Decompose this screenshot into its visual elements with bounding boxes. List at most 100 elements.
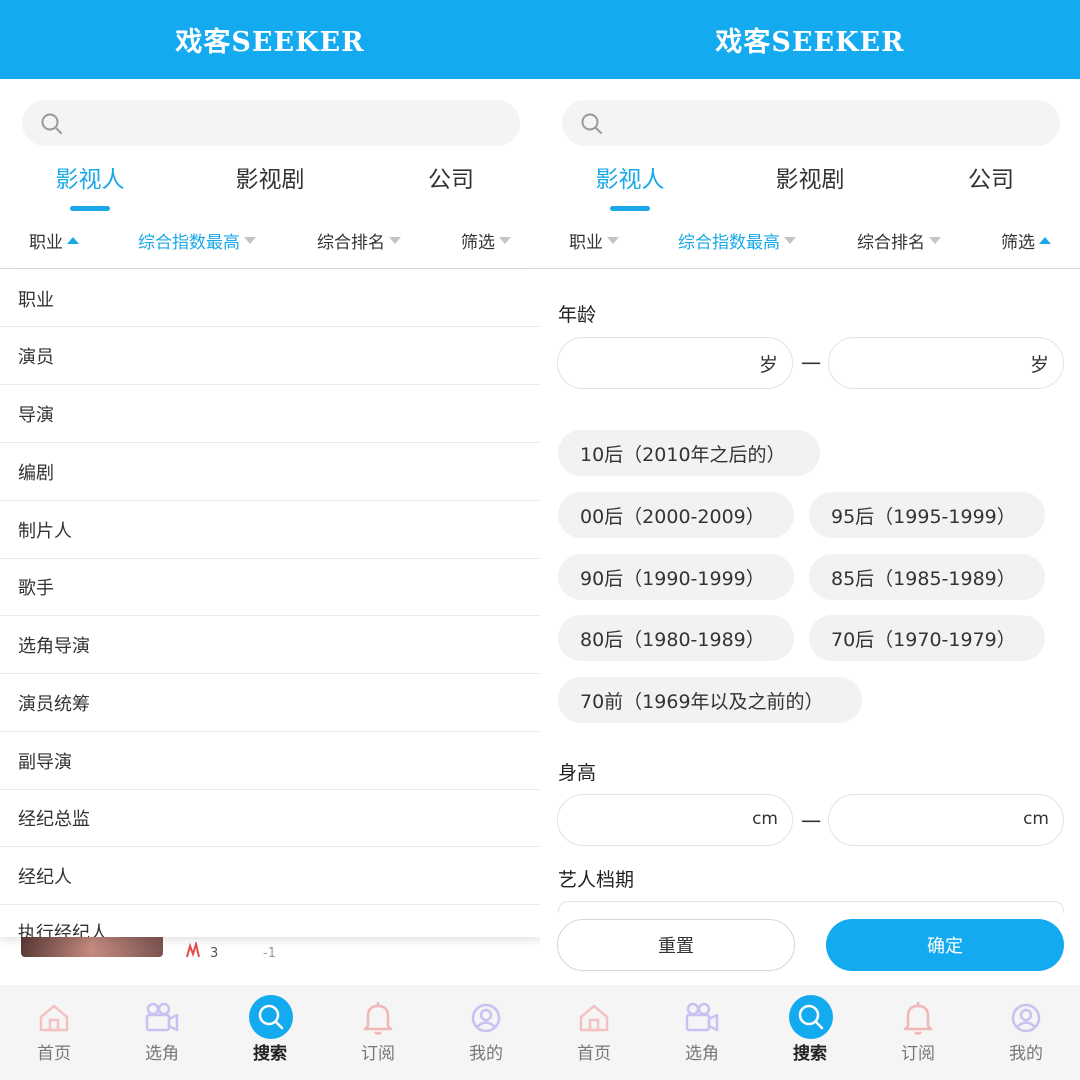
filter-screen[interactable]: 筛选 [1001, 228, 1051, 253]
dropdown-item[interactable]: 演员统筹 [18, 690, 90, 716]
dropdown-item[interactable]: 编剧 [18, 459, 54, 485]
list-item-index: 3 [210, 946, 219, 961]
search-icon [789, 995, 833, 1039]
nav-label: 我的 [469, 1044, 503, 1064]
trend-icon [186, 942, 200, 958]
age-chip[interactable]: 90后（1990-1999） [558, 554, 794, 600]
tab-companies[interactable]: 公司 [921, 160, 1061, 194]
filter-occupation-label: 职业 [569, 233, 603, 253]
tab-active-indicator [610, 206, 650, 211]
filter-occupation-label: 职业 [29, 233, 63, 253]
dropdown-item[interactable]: 歌手 [18, 574, 54, 600]
dropdown-item[interactable]: 执行经纪人 [18, 919, 108, 937]
divider [0, 384, 540, 385]
filter-composite-rank[interactable]: 综合排名 [317, 228, 401, 253]
filter-composite-index[interactable]: 综合指数最高 [678, 228, 796, 253]
search-input[interactable] [22, 100, 520, 146]
age-unit: 岁 [758, 354, 778, 376]
search-icon [41, 113, 62, 134]
home-icon [39, 1004, 69, 1032]
age-chip[interactable]: 10后（2010年之后的） [558, 430, 820, 476]
screen-filter-panel: 戏客SEEKER 影视人 影视剧 公司 职业 综合指数最高 综合排名 筛选 年龄… [540, 0, 1080, 1080]
height-label: 身高 [558, 762, 597, 784]
search-icon [581, 113, 602, 134]
nav-label: 首页 [37, 1044, 71, 1064]
nav-label: 搜索 [793, 1044, 827, 1064]
tab-film-dramas[interactable]: 影视剧 [200, 160, 340, 194]
app-logo: 戏客SEEKER [175, 27, 365, 58]
filter-occupation[interactable]: 职业 [29, 228, 79, 253]
triangle-down-icon [499, 237, 511, 244]
range-dash: 一 [801, 352, 821, 376]
nav-label: 首页 [577, 1044, 611, 1064]
age-chip[interactable]: 85后（1985-1989） [809, 554, 1045, 600]
app-logo: 戏客SEEKER [715, 27, 905, 58]
age-chip[interactable]: 95后（1995-1999） [809, 492, 1045, 538]
filter-composite-index[interactable]: 综合指数最高 [138, 228, 256, 253]
triangle-up-icon [1039, 237, 1051, 244]
schedule-input[interactable] [558, 901, 1064, 913]
nav-home[interactable]: 首页 [540, 985, 648, 1080]
camera-icon [685, 1002, 719, 1032]
reset-button[interactable]: 重置 [557, 919, 795, 971]
dropdown-item[interactable]: 制片人 [18, 517, 72, 543]
user-icon [1011, 1003, 1041, 1033]
nav-label: 选角 [145, 1044, 179, 1064]
list-item-change: -1 [263, 946, 276, 961]
dropdown-item[interactable]: 经纪总监 [18, 805, 90, 831]
triangle-down-icon [244, 237, 256, 244]
tab-active-indicator [70, 206, 110, 211]
age-chip[interactable]: 70后（1970-1979） [809, 615, 1045, 661]
tab-film-people[interactable]: 影视人 [20, 160, 160, 194]
age-chip[interactable]: 80后（1980-1989） [558, 615, 794, 661]
filter-composite-index-label: 综合指数最高 [678, 233, 780, 253]
triangle-up-icon [67, 237, 79, 244]
screen-occupation-dropdown: 戏客SEEKER 影视人 影视剧 公司 职业 综合指数最高 综合排名 筛选 3 … [0, 0, 540, 1080]
age-chip[interactable]: 00后（2000-2009） [558, 492, 794, 538]
nav-label: 订阅 [901, 1044, 935, 1064]
age-min-input[interactable]: 岁 [557, 337, 793, 389]
occupation-dropdown: 职业 演员 导演 编剧 制片人 歌手 选角导演 演员统筹 副导演 经纪总监 经纪… [0, 269, 540, 937]
filter-occupation[interactable]: 职业 [569, 228, 619, 253]
dropdown-item[interactable]: 经纪人 [18, 863, 72, 889]
triangle-down-icon [389, 237, 401, 244]
confirm-button[interactable]: 确定 [826, 919, 1064, 971]
filter-composite-rank[interactable]: 综合排名 [857, 228, 941, 253]
divider [0, 673, 540, 674]
nav-casting[interactable]: 选角 [108, 985, 216, 1080]
dropdown-item[interactable]: 副导演 [18, 748, 72, 774]
divider [0, 615, 540, 616]
tab-film-people[interactable]: 影视人 [560, 160, 700, 194]
bottom-nav: 首页 选角 搜索 订阅 我的 [540, 985, 1080, 1080]
tab-film-dramas[interactable]: 影视剧 [740, 160, 880, 194]
dropdown-item[interactable]: 选角导演 [18, 632, 90, 658]
age-max-input[interactable]: 岁 [828, 337, 1064, 389]
divider [0, 558, 540, 559]
nav-home[interactable]: 首页 [0, 985, 108, 1080]
filter-screen[interactable]: 筛选 [461, 228, 511, 253]
search-input[interactable] [562, 100, 1060, 146]
nav-label: 搜索 [253, 1044, 287, 1064]
nav-mine[interactable]: 我的 [972, 985, 1080, 1080]
height-min-input[interactable]: cm [557, 794, 793, 846]
nav-label: 订阅 [361, 1044, 395, 1064]
nav-search[interactable]: 搜索 [216, 985, 324, 1080]
bottom-nav: 首页 选角 搜索 订阅 我的 [0, 985, 540, 1080]
search-icon [249, 995, 293, 1039]
dropdown-item[interactable]: 演员 [18, 343, 54, 369]
nav-subscribe[interactable]: 订阅 [864, 985, 972, 1080]
schedule-label: 艺人档期 [558, 869, 635, 891]
filter-screen-label: 筛选 [1001, 233, 1035, 253]
dropdown-item[interactable]: 职业 [18, 286, 54, 312]
dropdown-item[interactable]: 导演 [18, 401, 54, 427]
filter-composite-rank-label: 综合排名 [317, 233, 385, 253]
nav-casting[interactable]: 选角 [648, 985, 756, 1080]
nav-subscribe[interactable]: 订阅 [324, 985, 432, 1080]
nav-mine[interactable]: 我的 [432, 985, 540, 1080]
home-icon [579, 1004, 609, 1032]
age-chip[interactable]: 70前（1969年以及之前的） [558, 677, 862, 723]
divider [0, 500, 540, 501]
nav-search[interactable]: 搜索 [756, 985, 864, 1080]
height-max-input[interactable]: cm [828, 794, 1064, 846]
tab-companies[interactable]: 公司 [381, 160, 521, 194]
